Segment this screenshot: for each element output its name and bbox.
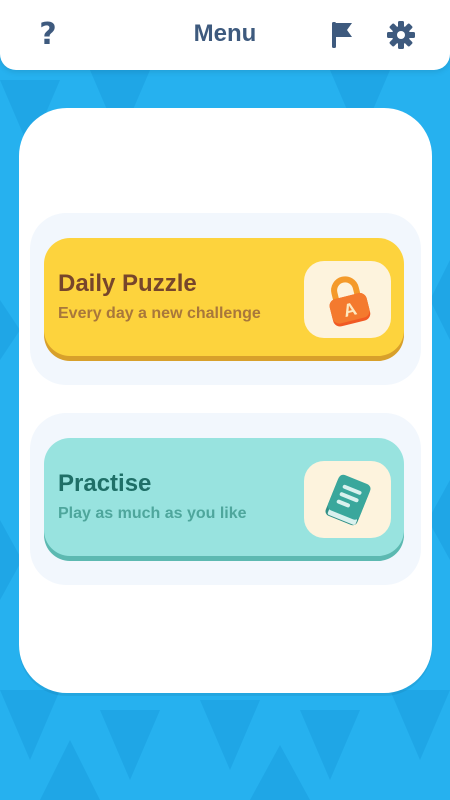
daily-puzzle-button[interactable]: Daily Puzzle Every day a new challenge A	[44, 238, 404, 356]
menu-card: Daily Puzzle Every day a new challenge A…	[19, 108, 432, 693]
daily-puzzle-container: Daily Puzzle Every day a new challenge A	[30, 213, 421, 385]
help-button[interactable]: ?	[28, 14, 68, 56]
practise-container: Practise Play as much as you like	[30, 413, 421, 585]
practise-subtitle: Play as much as you like	[58, 505, 247, 522]
daily-puzzle-icon-tile: A	[304, 261, 391, 338]
daily-puzzle-title: Daily Puzzle	[58, 270, 197, 297]
flag-icon	[332, 22, 352, 48]
page-title: Menu	[193, 20, 257, 47]
daily-puzzle-subtitle: Every day a new challenge	[58, 305, 261, 322]
padlock-icon: A	[329, 275, 370, 326]
practise-title: Practise	[58, 470, 152, 497]
flag-button[interactable]	[322, 14, 362, 56]
help-icon: ?	[39, 17, 57, 52]
gear-icon	[387, 21, 415, 49]
book-icon	[325, 474, 370, 525]
practise-icon-tile	[304, 461, 391, 538]
top-bar: ? Menu	[0, 0, 450, 70]
practise-button[interactable]: Practise Play as much as you like	[44, 438, 404, 556]
settings-button[interactable]	[381, 14, 421, 56]
